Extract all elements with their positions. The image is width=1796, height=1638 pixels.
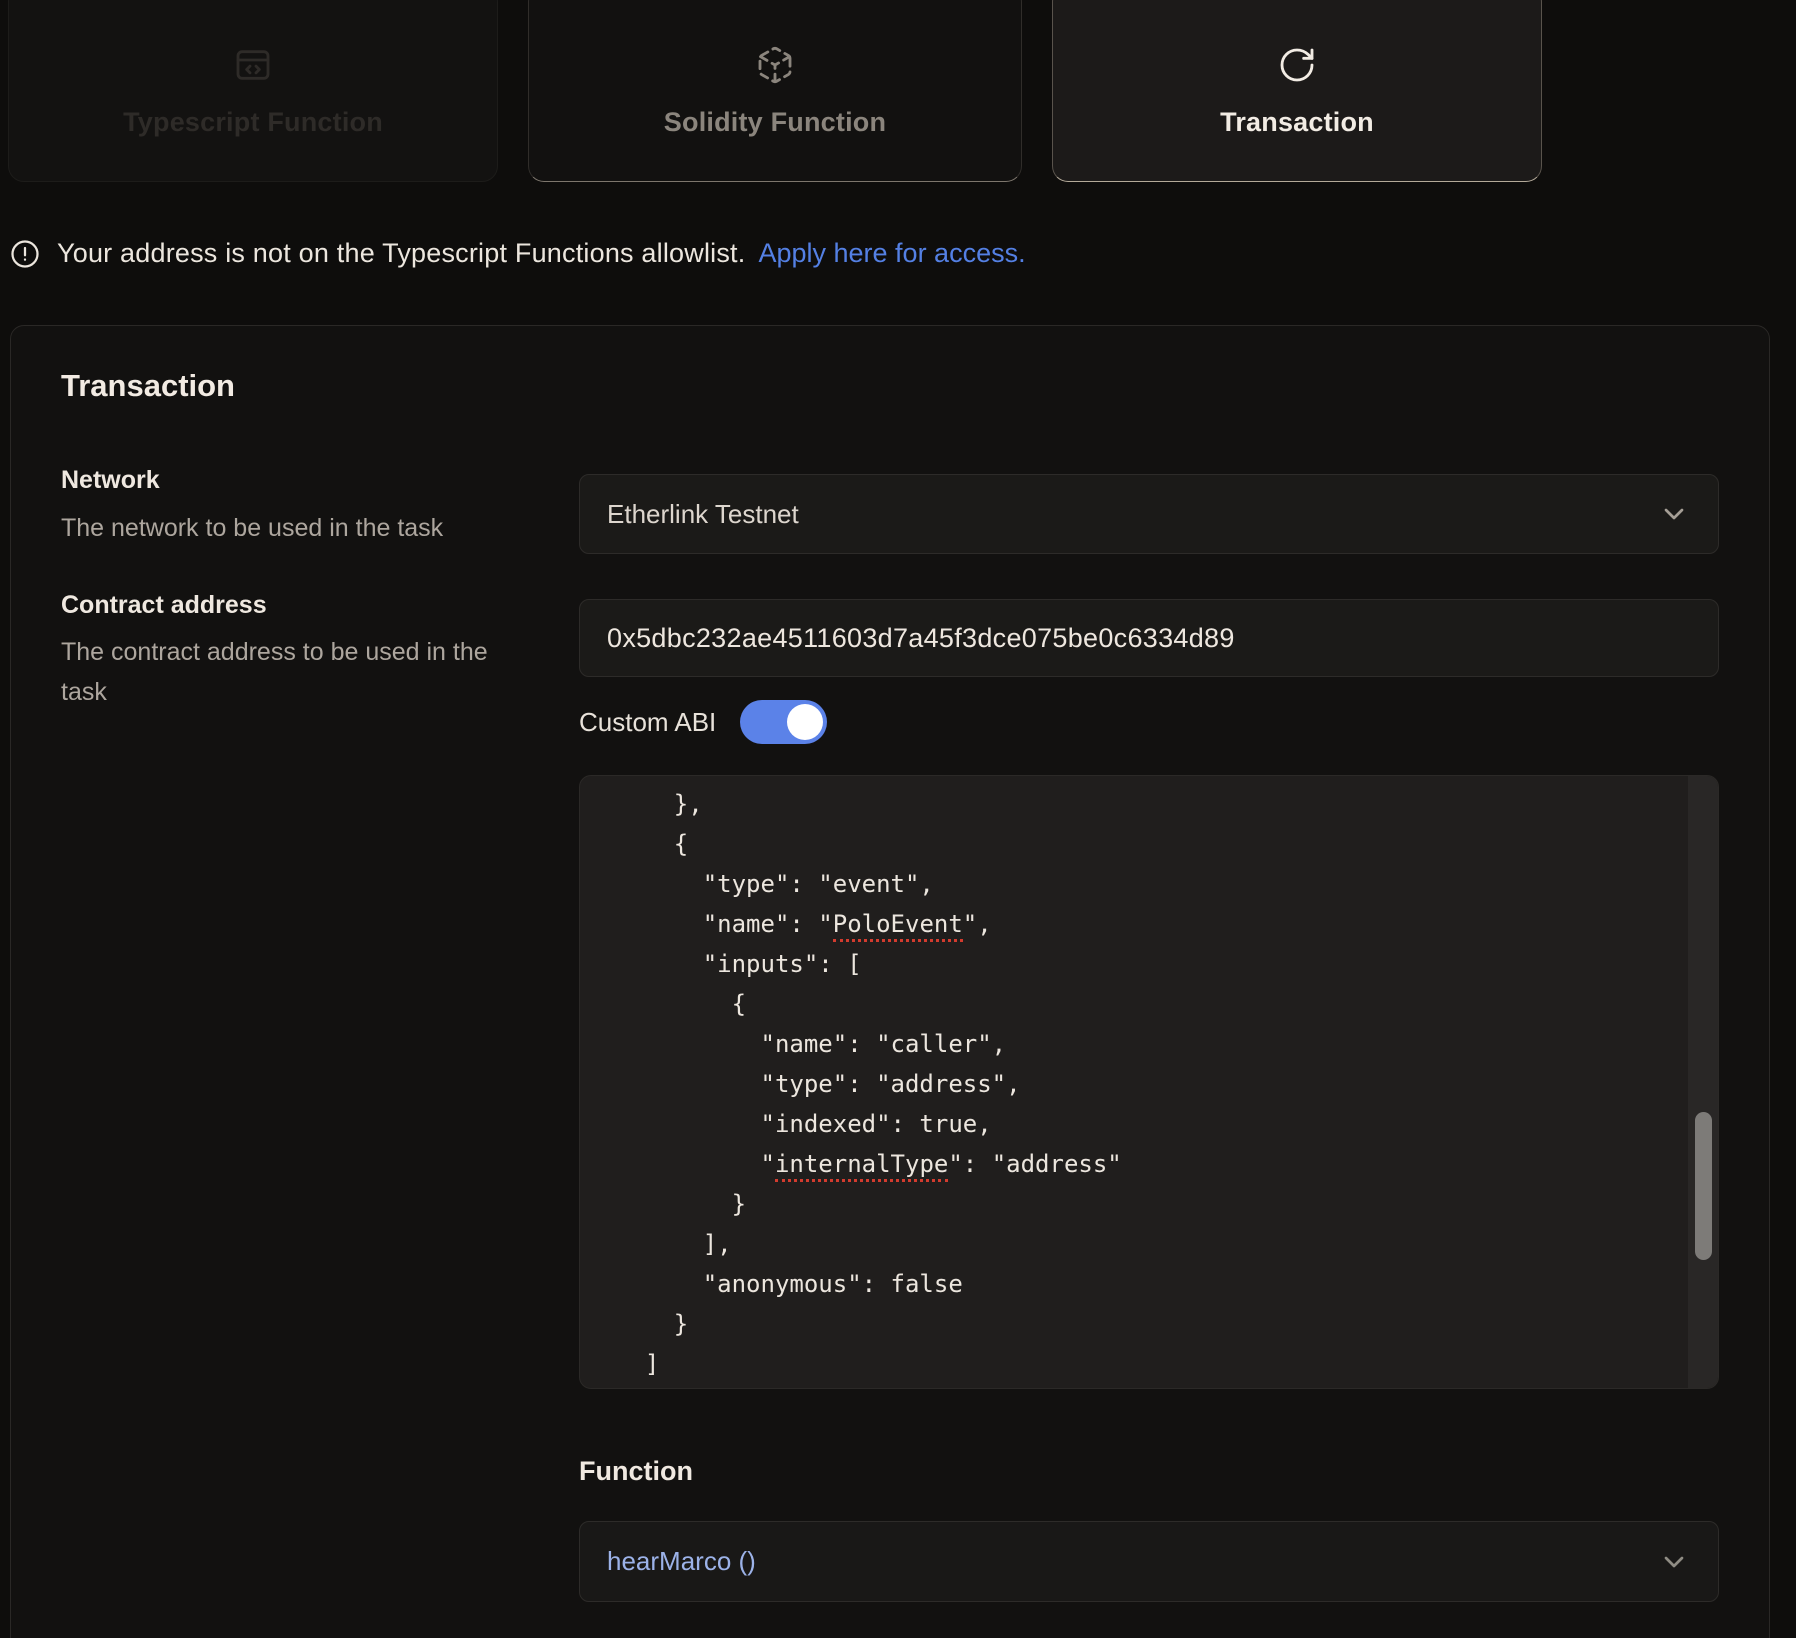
panel-title: Transaction [61, 368, 235, 404]
network-label: Network [61, 466, 160, 495]
contract-address-description: The contract address to be used in the t… [61, 632, 531, 712]
allowlist-warning: Your address is not on the Typescript Fu… [10, 238, 1026, 269]
network-select[interactable]: Etherlink Testnet [579, 474, 1719, 554]
contract-address-value: 0x5dbc232ae4511603d7a45f3dce075be0c6334d… [580, 623, 1235, 654]
network-selected-value: Etherlink Testnet [580, 499, 799, 530]
function-select[interactable]: hearMarco () [579, 1521, 1719, 1602]
network-description: The network to be used in the task [61, 508, 531, 548]
chevron-down-icon [1658, 498, 1690, 530]
function-label: Function [579, 1456, 693, 1487]
abi-code[interactable]: }, { "type": "event", "name": "PoloEvent… [580, 776, 1718, 1384]
custom-abi-label: Custom ABI [579, 707, 716, 738]
apply-access-link[interactable]: Apply here for access. [758, 238, 1025, 269]
function-selected-value: hearMarco () [580, 1546, 756, 1577]
custom-abi-toggle[interactable] [740, 700, 827, 744]
editor-scrollbar-track[interactable] [1688, 776, 1718, 1388]
chevron-down-icon [1658, 1546, 1690, 1578]
code-window-icon [233, 45, 273, 85]
abi-code-editor[interactable]: }, { "type": "event", "name": "PoloEvent… [579, 775, 1719, 1389]
transaction-panel: Transaction Network The network to be us… [10, 325, 1770, 1638]
custom-abi-row: Custom ABI [579, 698, 827, 746]
tab-label: Typescript Function [123, 107, 383, 138]
toggle-knob [787, 704, 823, 740]
tab-solidity-function[interactable]: Solidity Function [528, 0, 1022, 182]
contract-address-label: Contract address [61, 591, 267, 620]
editor-scrollbar-thumb[interactable] [1695, 1112, 1712, 1260]
task-type-tabs: Typescript Function Solidity Function Tr… [8, 0, 1542, 182]
rotate-cw-icon [1277, 45, 1317, 85]
tab-label: Solidity Function [664, 107, 886, 138]
alert-circle-icon [10, 239, 40, 269]
contract-address-input[interactable]: 0x5dbc232ae4511603d7a45f3dce075be0c6334d… [579, 599, 1719, 677]
tab-transaction[interactable]: Transaction [1052, 0, 1542, 182]
tab-typescript-function[interactable]: Typescript Function [8, 0, 498, 182]
dashed-box-icon [755, 45, 795, 85]
task-builder-screen: Typescript Function Solidity Function Tr… [0, 0, 1796, 1638]
tab-label: Transaction [1220, 107, 1374, 138]
warning-text: Your address is not on the Typescript Fu… [57, 238, 745, 269]
